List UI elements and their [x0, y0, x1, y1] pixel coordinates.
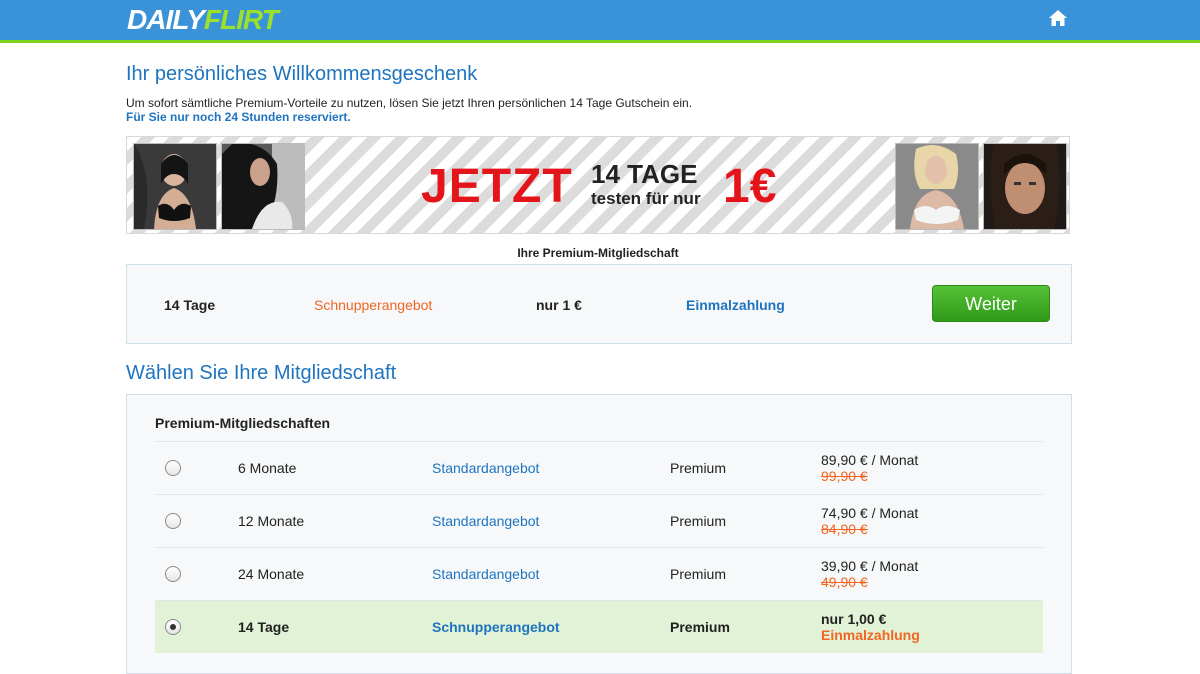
- plan-radio[interactable]: [165, 513, 181, 529]
- plans-title: Wählen Sie Ihre Mitgliedschaft: [126, 362, 397, 384]
- plan-row[interactable]: 6 Monate Standardangebot Premium 89,90 €…: [155, 441, 1043, 494]
- plan-row[interactable]: 12 Monate Standardangebot Premium 74,90 …: [155, 494, 1043, 547]
- plan-type: Premium: [670, 513, 727, 529]
- selected-membership: 14 Tage Schnupperangebot nur 1 € Einmalz…: [126, 264, 1072, 344]
- reserved-note: Für Sie nur noch 24 Stunden reserviert.: [126, 110, 351, 124]
- model-photo: [895, 143, 979, 230]
- membership-label: Ihre Premium-Mitgliedschaft: [517, 246, 679, 260]
- banner-days: 14 TAGE: [591, 159, 698, 189]
- model-photo: [133, 143, 217, 230]
- selected-price: nur 1 €: [536, 297, 582, 313]
- plan-duration: 6 Monate: [238, 460, 297, 476]
- home-icon[interactable]: [1048, 9, 1070, 29]
- logo[interactable]: DAILYFLIRT: [127, 4, 279, 36]
- logo-part-daily: DAILY: [127, 4, 205, 35]
- plan-price: 89,90 € / Monat: [821, 452, 919, 468]
- plan-row-selected[interactable]: 14 Tage Schnupperangebot Premium nur 1,0…: [155, 600, 1043, 653]
- model-photo: [221, 143, 305, 230]
- plan-duration: 24 Monate: [238, 566, 305, 582]
- banner-jetzt: JETZT: [421, 160, 573, 213]
- selected-offer: Schnupperangebot: [314, 297, 433, 313]
- selected-payment: Einmalzahlung: [686, 297, 785, 313]
- model-photo: [983, 143, 1067, 230]
- banner-test-text: testen für nur: [591, 189, 701, 208]
- plan-old-price: 84,90 €: [821, 521, 868, 537]
- radio-dot: [170, 624, 176, 630]
- welcome-text: Um sofort sämtliche Premium-Vorteile zu …: [126, 96, 693, 110]
- banner-price: 1€: [723, 160, 777, 213]
- plan-old-price: 49,90 €: [821, 574, 868, 590]
- plan-type: Premium: [670, 566, 727, 582]
- plan-offer: Standardangebot: [432, 566, 540, 582]
- plan-radio[interactable]: [165, 566, 181, 582]
- plan-price: 39,90 € / Monat: [821, 558, 919, 574]
- plan-type: Premium: [670, 460, 727, 476]
- top-bar: DAILYFLIRT: [0, 0, 1200, 43]
- weiter-button[interactable]: Weiter: [932, 285, 1050, 322]
- plan-type: Premium: [670, 619, 730, 635]
- plan-price: 74,90 € / Monat: [821, 505, 919, 521]
- plans-box: Premium-Mitgliedschaften 6 Monate Standa…: [126, 394, 1072, 674]
- plan-old-price: 99,90 €: [821, 468, 868, 484]
- selected-duration: 14 Tage: [164, 297, 216, 313]
- plan-offer: Schnupperangebot: [432, 619, 560, 635]
- plan-duration: 12 Monate: [238, 513, 305, 529]
- plan-price: nur 1,00 €: [821, 611, 887, 627]
- plan-offer: Standardangebot: [432, 513, 540, 529]
- plan-duration: 14 Tage: [238, 619, 290, 635]
- plans-subtitle: Premium-Mitgliedschaften: [155, 415, 331, 431]
- plan-radio[interactable]: [165, 460, 181, 476]
- promo-banner[interactable]: JETZT 14 TAGE testen für nur 1€: [126, 136, 1070, 234]
- plan-payment-note: Einmalzahlung: [821, 627, 920, 643]
- plan-row[interactable]: 24 Monate Standardangebot Premium 39,90 …: [155, 547, 1043, 600]
- plan-offer: Standardangebot: [432, 460, 540, 476]
- welcome-title: Ihr persönliches Willkommensgeschenk: [126, 63, 478, 85]
- logo-part-flirt: FLIRT: [203, 4, 279, 35]
- plan-radio-selected[interactable]: [165, 619, 181, 635]
